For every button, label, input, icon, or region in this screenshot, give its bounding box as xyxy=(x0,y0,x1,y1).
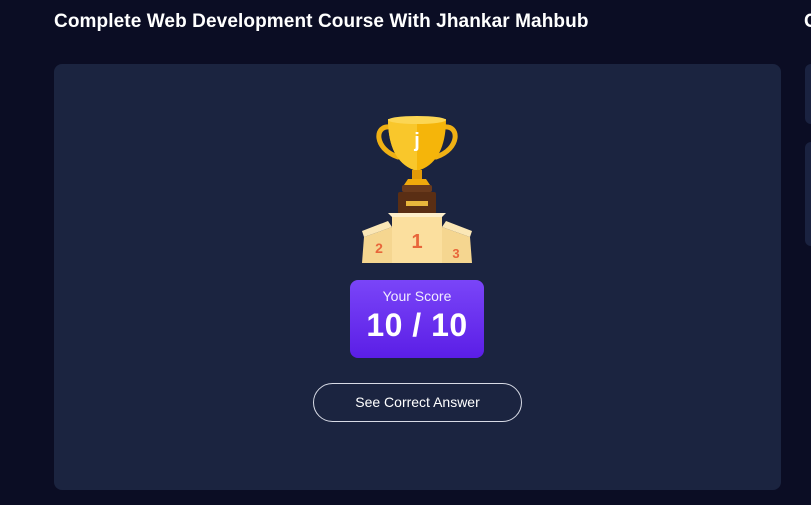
course-title: Complete Web Development Course With Jha… xyxy=(54,11,589,32)
score-box: Your Score 10 / 10 xyxy=(350,280,484,358)
see-correct-answer-button[interactable]: See Correct Answer xyxy=(313,383,522,422)
podium-third-number: 3 xyxy=(452,246,459,261)
score-label: Your Score xyxy=(382,288,452,304)
trophy-emblem: j xyxy=(413,130,420,152)
score-value: 10 / 10 xyxy=(366,307,468,343)
next-section-title: C xyxy=(804,11,811,32)
podium-second-number: 2 xyxy=(375,240,383,256)
side-card[interactable] xyxy=(805,64,811,124)
side-card[interactable] xyxy=(805,142,811,246)
trophy-icon: 1 2 3 j xyxy=(362,116,472,263)
page: Complete Web Development Course With Jha… xyxy=(0,0,811,505)
podium-first-number: 1 xyxy=(411,231,422,253)
